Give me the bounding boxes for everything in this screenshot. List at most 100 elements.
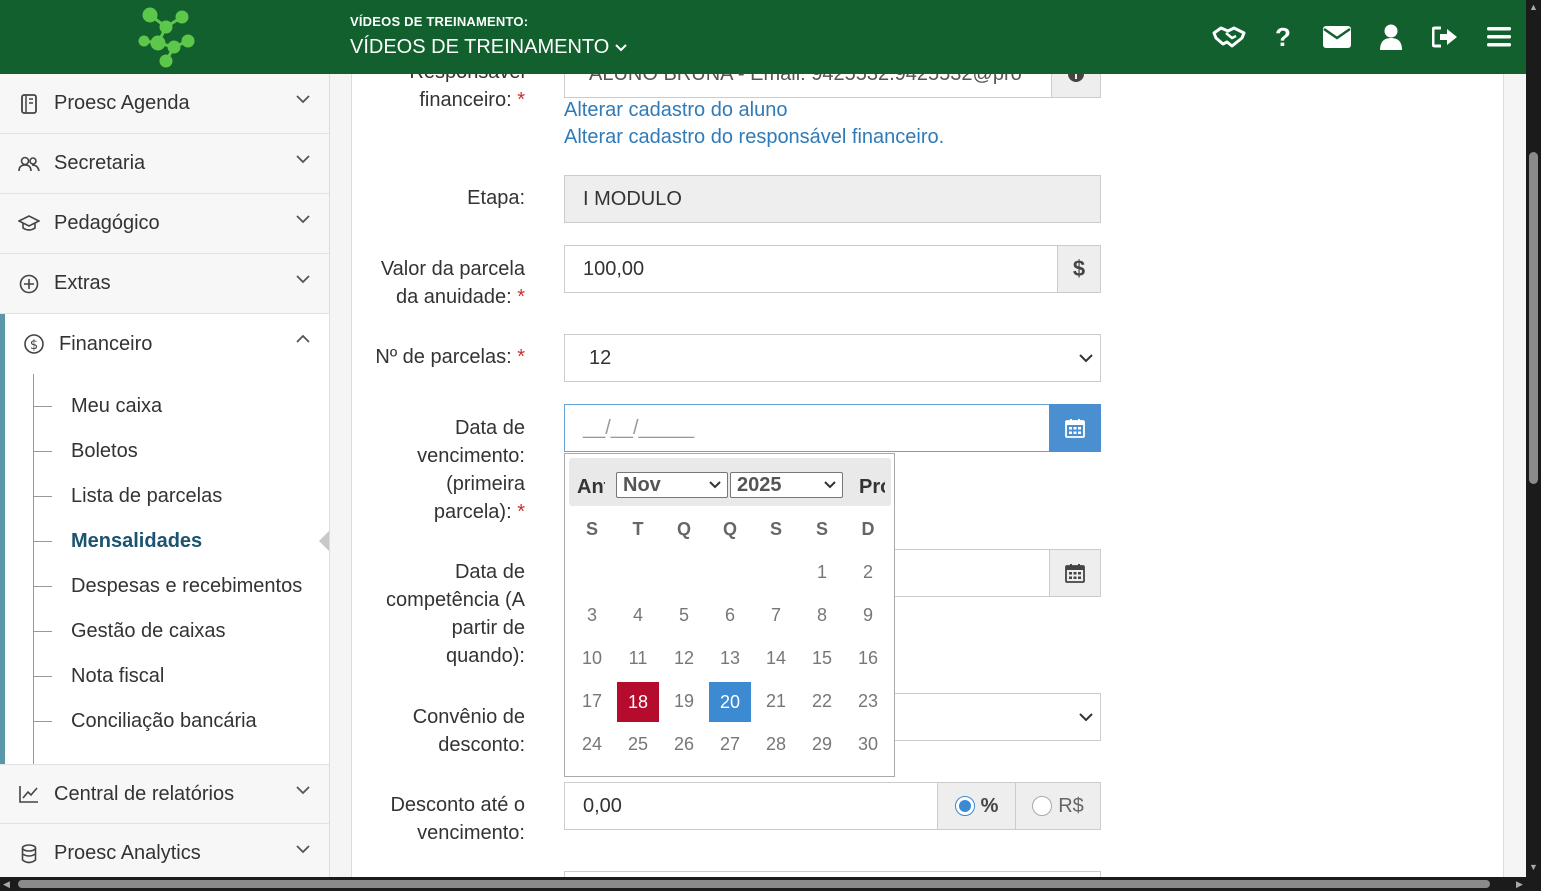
sidebar-item-financeiro[interactable]: $ Financeiro [5,314,329,374]
graduation-cap-icon [18,213,40,235]
sidebar-item-secretaria[interactable]: Secretaria [0,134,329,194]
calendar-day[interactable]: 24 [569,734,615,755]
plus-circle-icon [18,273,40,295]
submenu-nota-fiscal[interactable]: Nota fiscal [5,654,329,699]
alterar-responsavel-link[interactable]: Alterar cadastro do responsável financei… [564,126,944,149]
year-select[interactable]: 2025 [730,472,843,498]
submenu-despesas[interactable]: Despesas e recebimentos [5,564,329,609]
calendar-day[interactable]: 20 [709,681,751,722]
calendar-icon [1065,419,1085,438]
user-icon[interactable] [1364,0,1418,74]
weekday-label: S [769,519,782,539]
parcelas-select[interactable]: 12 [564,334,1101,382]
calendar-day[interactable]: 11 [615,648,661,669]
calendar-day[interactable]: 9 [845,605,891,626]
scroll-left-icon[interactable]: ◀ [3,879,10,890]
real-radio[interactable] [1032,796,1053,816]
sidebar-item-relatorios[interactable]: Central de relatórios [0,764,329,824]
sidebar-item-label: Financeiro [59,332,153,355]
submenu-gestao-caixas[interactable]: Gestão de caixas [5,609,329,654]
datepicker-prev[interactable]: Anterior [577,476,605,499]
calendar-day[interactable]: 16 [845,648,891,669]
datepicker: Anterior Nov 2025 Próximo S T Q Q S S D … [564,453,895,777]
calendar-day[interactable]: 13 [707,648,753,669]
sidebar-section-financeiro: $ Financeiro Meu caixa Boletos Lista de … [0,314,329,764]
submenu-lista-parcelas[interactable]: Lista de parcelas [5,474,329,519]
horizontal-scrollbar[interactable]: ◀ ▶ [0,877,1541,891]
desconto-real-option[interactable]: R$ [1015,782,1101,830]
calendar-day[interactable]: 29 [799,734,845,755]
calendar-day[interactable]: 27 [707,734,753,755]
calendar-day[interactable]: 12 [661,648,707,669]
svg-text:$: $ [30,338,38,353]
calendar-day[interactable]: 30 [845,734,891,755]
calendar-day[interactable]: 28 [753,734,799,755]
chevron-down-icon [824,481,836,489]
weekday-header: S T Q Q S S D [569,508,891,551]
alterar-aluno-link[interactable]: Alterar cadastro do aluno [564,99,787,122]
logo[interactable] [0,0,330,74]
etapa-field: I MODULO [564,175,1101,223]
sidebar-item-agenda[interactable]: Proesc Agenda [0,74,329,134]
calendar-day[interactable]: 14 [753,648,799,669]
context-selector[interactable]: VÍDEOS DE TREINAMENTO: VÍDEOS DE TREINAM… [350,14,628,59]
calendar-day[interactable]: 23 [845,691,891,712]
submenu-conciliacao[interactable]: Conciliação bancária [5,699,329,744]
submenu-mensalidades[interactable]: Mensalidades [5,519,329,564]
submenu-meu-caixa[interactable]: Meu caixa [5,384,329,429]
submenu-boletos[interactable]: Boletos [5,429,329,474]
calendar-day[interactable]: 21 [753,691,799,712]
calendar-day[interactable]: 25 [615,734,661,755]
scrollbar-thumb[interactable] [1529,152,1538,484]
chevron-down-icon [296,275,310,284]
weekday-label: Q [676,519,691,539]
scroll-up-icon[interactable]: ▲ [1529,2,1538,12]
calendar-icon [1065,564,1085,583]
calendar-day[interactable]: 5 [661,605,707,626]
context-title: VÍDEOS DE TREINAMENTO [350,36,610,58]
calendar-day[interactable]: 15 [799,648,845,669]
proesc-logo-icon [138,7,195,68]
vencimento-input[interactable]: __/__/_____ [564,404,1051,452]
calendar-day[interactable]: 7 [753,605,799,626]
month-select[interactable]: Nov [616,472,728,498]
datepicker-grid: S T Q Q S S D 1 2 3 4 5 6 7 8 9 10 11 12 13 14 15 16 17 1… [569,508,891,766]
weekday-label: D [861,519,875,539]
calendar-day[interactable]: 19 [661,691,707,712]
calendar-day[interactable]: 10 [569,648,615,669]
top-bar: VÍDEOS DE TREINAMENTO: VÍDEOS DE TREINAM… [0,0,1526,74]
calendar-day[interactable]: 2 [845,562,891,583]
calendar-day[interactable]: 17 [569,691,615,712]
calendar-button-competencia[interactable] [1049,549,1101,597]
calendar-day[interactable]: 22 [799,691,845,712]
datepicker-next[interactable]: Próximo [859,476,885,499]
calendar-day[interactable]: 6 [707,605,753,626]
help-icon[interactable]: ? [1256,0,1310,74]
calendar-day[interactable]: 4 [615,605,661,626]
calendar-day[interactable]: 3 [569,605,615,626]
sidebar-item-pedagogico[interactable]: Pedagógico [0,194,329,254]
desconto-percent-option[interactable]: % [937,782,1016,830]
weekday-label: Q [722,519,737,539]
scroll-right-icon[interactable]: ▶ [1516,879,1523,890]
chevron-up-icon [296,334,310,343]
valor-input[interactable]: 100,00 [564,245,1058,293]
scrollbar-thumb[interactable] [18,880,1490,888]
active-caret [319,531,329,551]
desconto-input[interactable]: 0,00 [564,782,939,830]
calendar-button[interactable] [1049,404,1101,452]
calendar-day[interactable]: 8 [799,605,845,626]
scroll-down-icon[interactable]: ▼ [1529,862,1538,872]
vertical-scrollbar[interactable]: ▲ ▼ [1526,0,1541,877]
percent-radio[interactable] [954,796,975,816]
menu-icon[interactable] [1472,0,1526,74]
handshake-icon[interactable] [1202,0,1256,74]
sidebar-item-extras[interactable]: Extras [0,254,329,314]
logout-icon[interactable] [1418,0,1472,74]
calendar-day[interactable]: 18 [617,681,659,722]
chevron-down-icon [296,786,310,795]
sidebar-item-analytics[interactable]: Proesc Analytics [0,824,329,877]
mail-icon[interactable] [1310,0,1364,74]
calendar-day[interactable]: 26 [661,734,707,755]
calendar-day[interactable]: 1 [799,562,845,583]
